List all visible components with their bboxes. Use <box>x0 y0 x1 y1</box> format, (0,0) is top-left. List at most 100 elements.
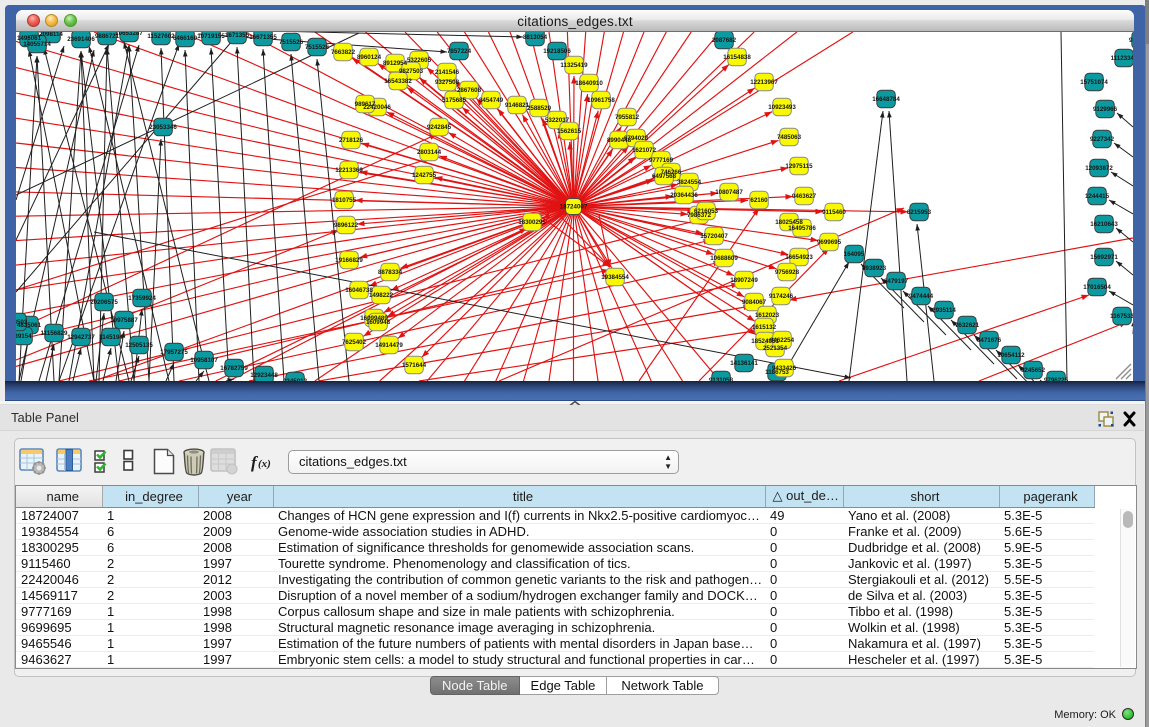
svg-text:16671355: 16671355 <box>249 34 277 41</box>
svg-text:7857224: 7857224 <box>447 48 472 55</box>
svg-text:16654923: 16654923 <box>785 254 813 261</box>
svg-text:9896122: 9896122 <box>334 222 359 229</box>
svg-text:16210643: 16210643 <box>1090 221 1118 228</box>
svg-text:18300295: 18300295 <box>518 219 546 226</box>
svg-text:15751074: 15751074 <box>1080 79 1108 86</box>
svg-text:1671355: 1671355 <box>225 32 250 39</box>
svg-text:9245012: 9245012 <box>283 378 308 381</box>
svg-text:6794028: 6794028 <box>624 135 649 142</box>
svg-text:9131058: 9131058 <box>709 377 734 381</box>
svg-text:6479197: 6479197 <box>884 278 909 285</box>
svg-text:39154: 39154 <box>16 333 32 340</box>
svg-text:1242755: 1242755 <box>412 172 437 179</box>
svg-text:2935114: 2935114 <box>932 307 956 314</box>
svg-text:6466160: 6466160 <box>173 35 198 42</box>
svg-text:18907249: 18907249 <box>730 277 758 284</box>
svg-text:23053346: 23053346 <box>149 124 177 131</box>
svg-text:8471676: 8471676 <box>977 337 1002 344</box>
svg-text:10807487: 10807487 <box>715 189 743 196</box>
svg-text:2141546: 2141546 <box>435 69 460 76</box>
svg-text:23691406: 23691406 <box>67 36 95 43</box>
svg-text:9827503: 9827503 <box>399 68 424 75</box>
svg-text:16543382: 16543382 <box>384 78 412 85</box>
svg-text:8215953: 8215953 <box>907 209 932 216</box>
svg-text:9227342: 9227342 <box>1090 136 1115 143</box>
svg-text:9796225: 9796225 <box>1044 377 1069 381</box>
svg-text:5322605: 5322605 <box>407 57 432 64</box>
svg-text:20206575: 20206575 <box>90 299 118 306</box>
svg-text:989617: 989617 <box>355 101 376 108</box>
svg-text:9242845: 9242845 <box>427 124 452 131</box>
svg-text:1244415: 1244415 <box>1085 193 1110 200</box>
svg-text:17016504: 17016504 <box>1083 284 1111 291</box>
svg-text:10654112: 10654112 <box>997 352 1025 359</box>
svg-text:2098114: 2098114 <box>39 32 63 38</box>
svg-text:1571644: 1571644 <box>402 362 427 369</box>
svg-text:9699695: 9699695 <box>817 239 842 246</box>
svg-text:11527602: 11527602 <box>147 33 175 40</box>
svg-text:9174246: 9174246 <box>769 293 794 300</box>
svg-text:9474444: 9474444 <box>909 293 934 300</box>
svg-text:12942737: 12942737 <box>67 334 95 341</box>
svg-text:16782759: 16782759 <box>220 365 248 372</box>
svg-text:14055714: 14055714 <box>23 41 51 48</box>
svg-text:1498222: 1498222 <box>369 292 394 299</box>
svg-text:1145194: 1145194 <box>99 334 123 341</box>
svg-text:8878334: 8878334 <box>378 269 403 276</box>
svg-text:19218506: 19218506 <box>543 48 571 55</box>
svg-text:2867608: 2867608 <box>457 87 482 94</box>
svg-text:5322037: 5322037 <box>545 117 570 124</box>
svg-text:14136141: 14136141 <box>730 360 758 367</box>
svg-text:9129966: 9129966 <box>1093 106 1118 113</box>
svg-text:10653287: 10653287 <box>115 32 143 37</box>
svg-text:7955812: 7955812 <box>615 114 640 121</box>
svg-text:164095: 164095 <box>844 251 865 258</box>
svg-text:19166829: 19166829 <box>335 257 363 264</box>
svg-text:918503: 918503 <box>16 319 28 326</box>
svg-text:6216053: 6216053 <box>694 208 719 215</box>
svg-text:2803144: 2803144 <box>417 149 442 156</box>
svg-text:19384554: 19384554 <box>601 274 629 281</box>
svg-text:17957275: 17957275 <box>160 349 188 356</box>
svg-text:9777169: 9777169 <box>649 157 674 164</box>
svg-text:15692971: 15692971 <box>1090 254 1118 261</box>
svg-text:9115460: 9115460 <box>822 209 846 216</box>
svg-text:10923493: 10923493 <box>768 104 796 111</box>
svg-text:1562615: 1562615 <box>557 128 582 135</box>
svg-text:1810755: 1810755 <box>332 197 357 204</box>
svg-text:12093872: 12093872 <box>1085 165 1113 172</box>
svg-text:8960124: 8960124 <box>357 54 382 61</box>
svg-text:7663822: 7663822 <box>331 49 356 56</box>
svg-text:8454749: 8454749 <box>479 97 504 104</box>
svg-text:9146821: 9146821 <box>505 102 530 109</box>
svg-text:16495786: 16495786 <box>788 225 816 232</box>
svg-text:8912954: 8912954 <box>383 60 408 67</box>
svg-text:10719155: 10719155 <box>197 33 225 40</box>
svg-text:1621072: 1621072 <box>632 147 657 154</box>
svg-text:7632621: 7632621 <box>955 322 980 329</box>
svg-text:12975115: 12975115 <box>785 163 813 170</box>
svg-text:9129912: 9129912 <box>1129 37 1133 44</box>
svg-text:9327508: 9327508 <box>435 79 460 86</box>
svg-text:10961758: 10961758 <box>587 97 615 104</box>
svg-text:18724007: 18724007 <box>560 204 588 211</box>
svg-text:17359924: 17359924 <box>128 295 156 302</box>
svg-text:1609948: 1609948 <box>366 319 391 326</box>
svg-text:11325419: 11325419 <box>560 62 588 69</box>
svg-text:2718126: 2718126 <box>339 137 364 144</box>
svg-text:15720407: 15720407 <box>700 233 728 240</box>
svg-text:9462254: 9462254 <box>770 337 795 344</box>
svg-text:7515526: 7515526 <box>305 44 330 51</box>
svg-text:5175685: 5175685 <box>442 97 467 104</box>
svg-text:8938923: 8938923 <box>862 265 887 272</box>
svg-text:9245652: 9245652 <box>1021 367 1046 374</box>
svg-text:2521354: 2521354 <box>763 345 788 352</box>
svg-text:1167533: 1167533 <box>1110 313 1133 320</box>
svg-text:7625402: 7625402 <box>342 339 367 346</box>
svg-text:(x): (x) <box>258 458 271 470</box>
svg-text:12923448: 12923448 <box>250 372 278 379</box>
svg-text:18640910: 18640910 <box>575 80 603 87</box>
svg-text:7485063: 7485063 <box>777 134 802 141</box>
svg-text:1615132: 1615132 <box>752 324 777 331</box>
svg-text:7515526: 7515526 <box>279 39 304 46</box>
